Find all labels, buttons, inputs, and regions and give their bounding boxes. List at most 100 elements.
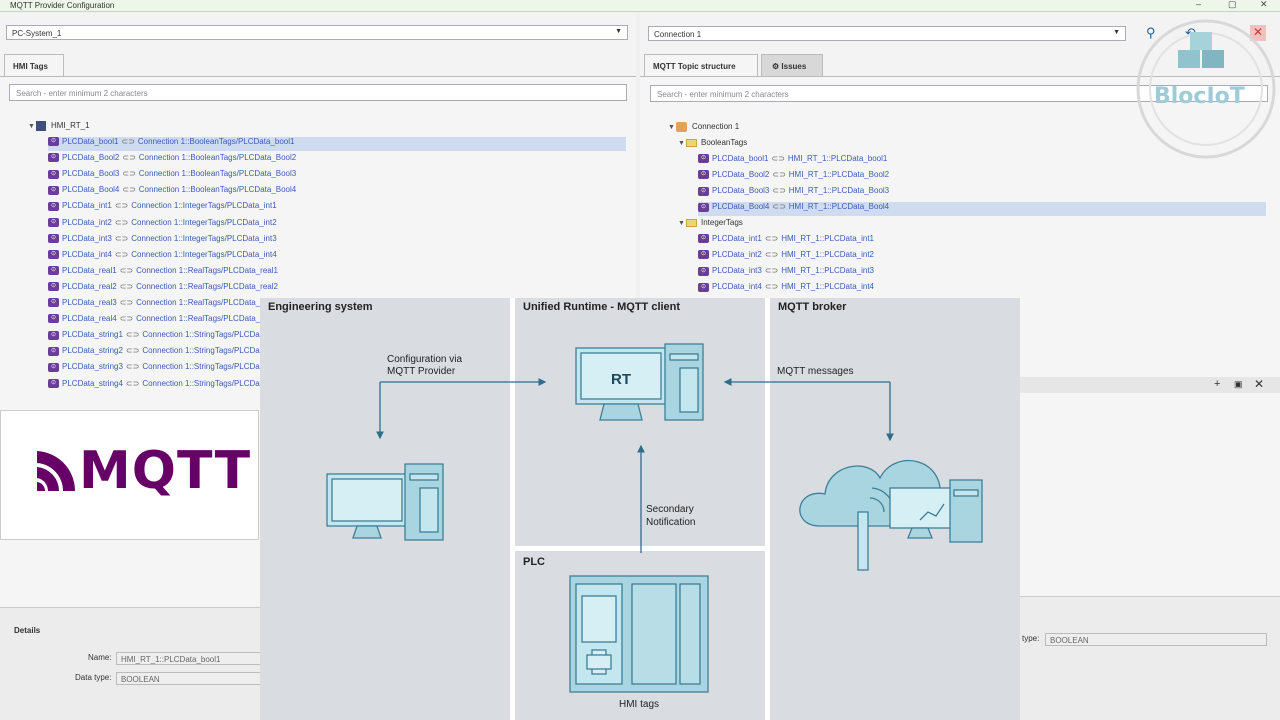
folder-icon bbox=[686, 138, 697, 147]
tag-mapping[interactable]: Connection 1::IntegerTags/PLCData_int4 bbox=[131, 250, 276, 259]
remove-icon[interactable]: ✕ bbox=[1254, 377, 1264, 391]
expand-caret-icon[interactable]: ▼ bbox=[678, 220, 686, 227]
folder-boolean-tags[interactable]: ▼ BooleanTags bbox=[678, 138, 747, 152]
tab-issues[interactable]: ⚙ Issues bbox=[761, 54, 823, 76]
tag-mapping[interactable]: HMI_RT_1::PLCData_int1 bbox=[781, 234, 874, 243]
details-heading: Details bbox=[14, 626, 41, 635]
integer-tag-row[interactable]: ⊙ PLCData_int1 ⊂⊃ HMI_RT_1::PLCData_int1 bbox=[698, 234, 874, 248]
hmi-tag-row[interactable]: ⊙ PLCData_string4 ⊂⊃ Connection 1::StringTa… bbox=[48, 379, 260, 393]
mqtt-logo: MQTT bbox=[0, 410, 259, 540]
expand-caret-icon[interactable]: ▼ bbox=[668, 124, 676, 131]
tag-mapping[interactable]: HMI_RT_1::PLCData_bool1 bbox=[788, 154, 887, 163]
hmi-tag-row[interactable]: ⊙ PLCData_string1 ⊂⊃ Connection 1::StringTa… bbox=[48, 330, 260, 344]
plc-icon bbox=[569, 575, 709, 693]
link-icon: ⊂⊃ bbox=[764, 250, 779, 260]
tag-mapping[interactable]: Connection 1::BooleanTags/PLCData_Bool3 bbox=[139, 169, 296, 178]
tag-mapping[interactable]: Connection 1::IntegerTags/PLCData_int2 bbox=[131, 218, 276, 227]
link-icon: ⊂⊃ bbox=[125, 378, 140, 388]
tag-name: PLCData_int4 bbox=[62, 249, 112, 259]
hmi-tag-row[interactable]: ⊙ PLCData_real2 ⊂⊃ Connection 1::RealTags/P… bbox=[48, 282, 278, 296]
link-icon: ⊂⊃ bbox=[114, 249, 129, 259]
tag-name: PLCData_string3 bbox=[62, 362, 123, 372]
tag-mapping[interactable]: Connection 1::IntegerTags/PLCData_int1 bbox=[131, 201, 276, 210]
system-select[interactable]: PC-System_1 ▼ bbox=[6, 25, 628, 40]
hmi-tag-row[interactable]: ⊙ PLCData_real4 ⊂⊃ Connection 1::RealTags/P… bbox=[48, 314, 267, 328]
tag-mapping[interactable]: Connection 1::BooleanTags/PLCData_bool1 bbox=[138, 137, 295, 146]
hmi-tag-row[interactable]: ⊙ PLCData_real1 ⊂⊃ Connection 1::RealTags/P… bbox=[48, 266, 278, 280]
tag-icon: ⊙ bbox=[48, 330, 59, 340]
boolean-tag-row[interactable]: ⊙ PLCData_bool1 ⊂⊃ HMI_RT_1::PLCData_bool1 bbox=[698, 154, 887, 168]
minimize-button[interactable]: – bbox=[1196, 0, 1201, 9]
broker-cloud-icon bbox=[799, 459, 983, 571]
tag-mapping[interactable]: Connection 1::RealTags/PLCData_re bbox=[136, 314, 267, 323]
tag-mapping[interactable]: HMI_RT_1::PLCData_Bool3 bbox=[789, 186, 889, 195]
rt-label: RT bbox=[611, 371, 631, 388]
hmi-tag-row[interactable]: ⊙ PLCData_real3 ⊂⊃ Connection 1::RealTags/P… bbox=[48, 298, 267, 312]
close-window-button[interactable]: ✕ bbox=[1260, 0, 1268, 10]
hmi-tag-row[interactable]: ⊙ PLCData_int4 ⊂⊃ Connection 1::IntegerTags… bbox=[48, 250, 277, 264]
tag-mapping[interactable]: Connection 1::BooleanTags/PLCData_Bool4 bbox=[139, 185, 296, 194]
right-type-field[interactable]: BOOLEAN bbox=[1045, 633, 1267, 646]
integer-tag-row[interactable]: ⊙ PLCData_int2 ⊂⊃ HMI_RT_1::PLCData_int2 bbox=[698, 250, 874, 264]
hmi-tag-row[interactable]: ⊙ PLCData_bool1 ⊂⊃ Connection 1::BooleanTag… bbox=[48, 137, 626, 151]
tag-mapping[interactable]: Connection 1::StringTags/PLCDa bbox=[142, 379, 259, 388]
hmi-tag-row[interactable]: ⊙ PLCData_int2 ⊂⊃ Connection 1::IntegerTags… bbox=[48, 218, 277, 232]
add-icon[interactable]: + bbox=[1214, 378, 1220, 390]
boolean-tag-row[interactable]: ⊙ PLCData_Bool4 ⊂⊃ HMI_RT_1::PLCData_Bool4 bbox=[698, 202, 1266, 217]
maximize-button[interactable]: ▢ bbox=[1228, 0, 1237, 10]
tag-mapping[interactable]: HMI_RT_1::PLCData_Bool2 bbox=[789, 170, 889, 179]
tag-mapping[interactable]: HMI_RT_1::PLCData_int2 bbox=[781, 250, 874, 259]
tag-mapping[interactable]: HMI_RT_1::PLCData_Bool4 bbox=[789, 202, 889, 211]
hmi-tag-row[interactable]: ⊙ PLCData_Bool3 ⊂⊃ Connection 1::BooleanTag… bbox=[48, 169, 296, 183]
boolean-tag-row[interactable]: ⊙ PLCData_Bool3 ⊂⊃ HMI_RT_1::PLCData_Bool3 bbox=[698, 186, 889, 200]
tag-icon: ⊙ bbox=[48, 137, 59, 147]
tab-hmi-tags[interactable]: HMI Tags bbox=[4, 54, 64, 76]
tag-name: PLCData_int3 bbox=[712, 266, 762, 276]
expand-caret-icon[interactable]: ▼ bbox=[678, 140, 686, 147]
hmi-tag-row[interactable]: ⊙ PLCData_string3 ⊂⊃ Connection 1::StringTa… bbox=[48, 362, 260, 376]
hmi-tag-row[interactable]: ⊙ PLCData_Bool2 ⊂⊃ Connection 1::BooleanTag… bbox=[48, 153, 296, 167]
boolean-tag-row[interactable]: ⊙ PLCData_Bool2 ⊂⊃ HMI_RT_1::PLCData_Bool2 bbox=[698, 170, 889, 184]
architecture-diagram: Engineering system Unified Runtime - MQT… bbox=[260, 298, 1020, 720]
hmi-tag-row[interactable]: ⊙ PLCData_string2 ⊂⊃ Connection 1::StringTa… bbox=[48, 346, 260, 360]
tag-name: PLCData_bool1 bbox=[62, 137, 119, 146]
integer-tag-row[interactable]: ⊙ PLCData_int3 ⊂⊃ HMI_RT_1::PLCData_int3 bbox=[698, 266, 874, 280]
hmi-search-input[interactable]: Search - enter minimum 2 characters bbox=[9, 84, 627, 101]
tag-mapping[interactable]: HMI_RT_1::PLCData_int3 bbox=[781, 266, 874, 275]
tree-root-hmi[interactable]: ▼ HMI_RT_1 bbox=[28, 121, 90, 135]
tab-issues-label: Issues bbox=[781, 62, 807, 71]
link-icon: ⊂⊃ bbox=[119, 298, 134, 307]
link-icon: ⊂⊃ bbox=[771, 154, 785, 163]
tag-mapping[interactable]: Connection 1::RealTags/PLCData_real2 bbox=[136, 282, 278, 291]
tag-mapping[interactable]: Connection 1::RealTags/PLCData_re bbox=[136, 298, 267, 307]
tag-mapping[interactable]: HMI_RT_1::PLCData_int4 bbox=[781, 282, 874, 291]
hmi-device-icon bbox=[36, 121, 46, 131]
tag-mapping[interactable]: Connection 1::IntegerTags/PLCData_int3 bbox=[131, 234, 276, 243]
hmi-tag-row[interactable]: ⊙ PLCData_int3 ⊂⊃ Connection 1::IntegerTags… bbox=[48, 234, 277, 248]
tag-mapping[interactable]: Connection 1::BooleanTags/PLCData_Bool2 bbox=[139, 153, 296, 162]
name-field[interactable]: HMI_RT_1::PLCData_bool1 bbox=[116, 652, 266, 665]
link-icon: ⊂⊃ bbox=[772, 186, 786, 196]
tree-root-label: HMI_RT_1 bbox=[51, 121, 90, 131]
data-type-field[interactable]: BOOLEAN bbox=[116, 672, 266, 685]
expand-caret-icon[interactable]: ▼ bbox=[28, 123, 36, 130]
tag-icon: ⊙ bbox=[698, 202, 709, 212]
tag-mapping[interactable]: Connection 1::StringTags/PLCDa bbox=[142, 362, 259, 371]
tag-name: PLCData_Bool2 bbox=[712, 170, 770, 180]
edit-icon[interactable]: ▣ bbox=[1234, 379, 1243, 390]
tag-mapping[interactable]: Connection 1::StringTags/PLCDa bbox=[142, 330, 259, 339]
folder-integer-tags[interactable]: ▼ IntegerTags bbox=[678, 218, 743, 232]
tag-mapping[interactable]: Connection 1::RealTags/PLCData_real1 bbox=[136, 266, 278, 275]
link-icon: ⊂⊃ bbox=[119, 265, 134, 275]
tab-mqtt-topic-structure[interactable]: MQTT Topic structure bbox=[644, 54, 758, 76]
link-icon: ⊂⊃ bbox=[764, 282, 779, 292]
config-arrow bbox=[376, 378, 547, 440]
hmi-tag-row[interactable]: ⊙ PLCData_int1 ⊂⊃ Connection 1::IntegerTags… bbox=[48, 201, 277, 215]
connection-select[interactable]: Connection 1 ▼ bbox=[648, 26, 1126, 41]
integer-tag-row[interactable]: ⊙ PLCData_int4 ⊂⊃ HMI_RT_1::PLCData_int4 bbox=[698, 282, 874, 296]
hmi-tag-row[interactable]: ⊙ PLCData_Bool4 ⊂⊃ Connection 1::BooleanTag… bbox=[48, 185, 296, 199]
link-icon: ⊂⊃ bbox=[122, 153, 136, 163]
tag-mapping[interactable]: Connection 1::StringTags/PLCDa bbox=[142, 346, 259, 355]
tree-root-connection[interactable]: ▼ Connection 1 bbox=[668, 122, 739, 136]
tag-name: PLCData_real1 bbox=[62, 265, 117, 275]
